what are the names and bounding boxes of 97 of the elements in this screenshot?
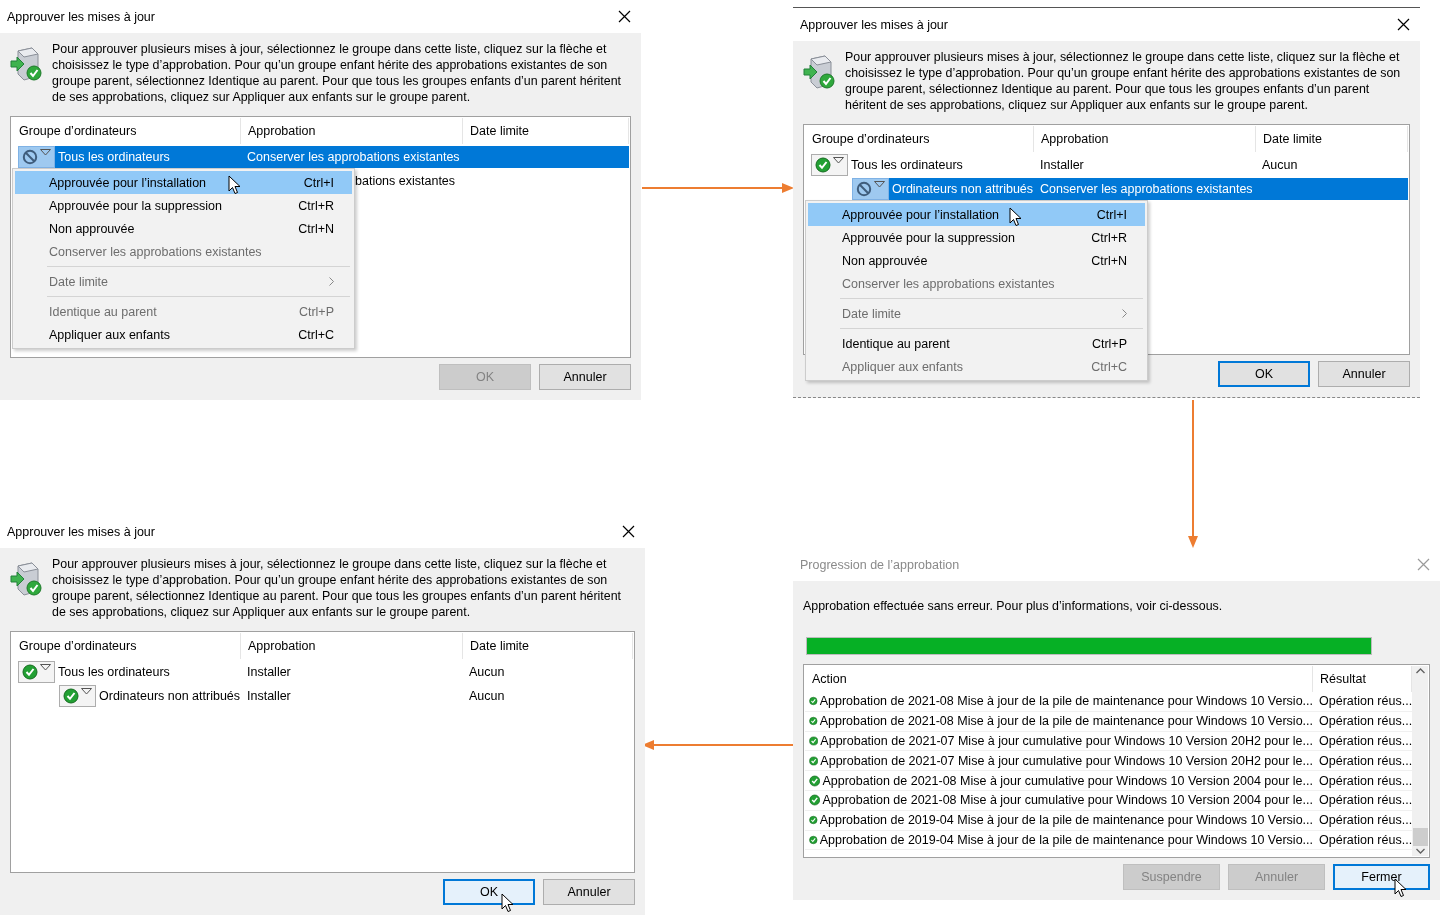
dropdown-caret-icon — [40, 149, 51, 156]
table-row[interactable]: Ordinateurs non attribués Installer Aucun — [96, 685, 633, 707]
scroll-thumb[interactable] — [1412, 828, 1428, 846]
result-cell-text: Opération réus... — [1318, 813, 1413, 828]
action-cell: Approbation de 2021-07 Mise à jour cumulative pour Windows 10 Version 20H2 pour le... — [805, 733, 1313, 749]
mouse-pointer-icon — [501, 893, 514, 913]
blocked-icon — [856, 181, 872, 197]
blocked-icon — [22, 149, 38, 165]
result-cell-text: Opération réus... — [1318, 734, 1413, 748]
menu-item[interactable]: Approuvée pour l’installation Ctrl+I — [808, 203, 1145, 226]
window-title: Approuver les mises à jour — [800, 17, 948, 32]
window-title: Approuver les mises à jour — [7, 524, 155, 539]
column-header[interactable]: Action — [805, 666, 1313, 692]
deadline-cell-text: Aucun — [468, 689, 505, 703]
window-title: Approuver les mises à jour — [7, 9, 155, 24]
close-icon — [1396, 18, 1410, 31]
menu-item[interactable]: Identique au parent Ctrl+P — [808, 332, 1145, 355]
check-icon — [809, 733, 819, 749]
close-icon — [621, 525, 635, 538]
action-cell: Approbation de 2021-07 Mise à jour cumulative pour Windows 10 Version 20H2 pour le... — [805, 752, 1313, 769]
column-header[interactable]: Groupe d’ordinateurs — [12, 633, 241, 659]
deadline-cell-text: Aucun — [1261, 158, 1298, 172]
deadline-cell-text: Aucun — [468, 665, 505, 679]
approve-updates-icon — [10, 46, 44, 82]
approval-cell-text: Installer — [1039, 158, 1084, 172]
table-row[interactable]: Tous les ordinateurs Installer Aucun — [55, 661, 633, 683]
table-row[interactable]: Tous les ordinateurs Installer Aucun — [848, 154, 1408, 176]
scroll-down-icon — [1415, 848, 1425, 854]
column-header[interactable]: Approbation — [241, 633, 463, 659]
dialog-button[interactable]: Annuler — [1318, 361, 1410, 387]
approval-cell-text: Installer — [246, 665, 291, 679]
approval-cell-text: Conserver les approbations existantes — [1039, 182, 1253, 196]
group-cell-text: Tous les ordinateurs — [57, 665, 170, 679]
result-cell-text: Opération réus... — [1318, 714, 1413, 729]
dialog-button[interactable]: OK — [1218, 361, 1310, 387]
table-row[interactable]: Tous les ordinateurs Conserver les approbations existantes — [55, 146, 629, 168]
action-cell: Approbation de 2021-08 Mise à jour de la pile de maintenance pour Windows 10 Versio... — [805, 693, 1313, 710]
approve-updates-icon — [803, 54, 837, 90]
action-cell: Approbation de 2021-08 Mise à jour cumulative pour Windows 10 Version 2004 pour le... — [805, 792, 1313, 809]
dropdown-caret-icon — [40, 664, 51, 671]
dropdown-caret-icon — [81, 688, 92, 695]
column-header[interactable]: Groupe d’ordinateurs — [12, 118, 241, 144]
dropdown-caret-icon — [833, 157, 844, 164]
menu-item[interactable]: Appliquer aux enfants Ctrl+C — [15, 323, 352, 346]
action-cell: Approbation de 2019-04 Mise à jour de la pile de maintenance pour Windows 10 Versio... — [805, 831, 1313, 848]
check-icon — [809, 792, 821, 809]
column-header[interactable]: Date limite — [463, 633, 633, 659]
menu-item[interactable]: Approuvée pour l’installation Ctrl+I — [15, 171, 352, 194]
column-header[interactable]: Date limite — [463, 118, 629, 144]
dialog-button[interactable]: Annuler — [543, 879, 635, 905]
approve-updates-icon — [10, 561, 44, 597]
mouse-pointer-icon — [228, 175, 241, 195]
menu-item[interactable]: Non approuvée Ctrl+N — [808, 249, 1145, 272]
instructions-text: Pour approuver plusieurs mises à jour, sélectionnez le groupe dans cette liste, cliquez sur la flèche et choisissez le type d’approbation. Pour qu’un groupe enfant hérite des approbations existantes de son groupe parent, sélectionnez Identique au parent. Pour que tous les groupes enfants d’un parent héritent de ses approbations, cliquez sur Appliquer aux enfants sur le groupe parent. — [52, 556, 622, 620]
scrollbar[interactable] — [1412, 666, 1428, 856]
close-icon — [1416, 558, 1430, 571]
check-icon — [63, 688, 79, 704]
window-title: Progression de l’approbation — [800, 557, 960, 572]
column-header[interactable]: Approbation — [241, 118, 463, 144]
scroll-up-icon — [1415, 668, 1425, 674]
group-cell-text: Tous les ordinateurs — [850, 158, 963, 172]
status-message: Approbation effectuée sans erreur. Pour plus d’informations, voir ci-dessous. — [803, 599, 1224, 613]
approval-cell: bations existantes — [355, 174, 456, 188]
column-header[interactable]: Date limite — [1256, 126, 1408, 152]
approval-status-button[interactable] — [811, 154, 848, 176]
result-cell-text: Opération réus... — [1318, 753, 1413, 768]
dropdown-caret-icon — [874, 181, 885, 188]
dialog-button[interactable]: Annuler — [539, 364, 631, 390]
menu-item[interactable]: Non approuvée Ctrl+N — [15, 217, 352, 240]
table-row[interactable]: Ordinateurs non attribués Conserver les approbations existantes — [889, 178, 1408, 200]
check-icon — [815, 157, 831, 173]
menu-item[interactable]: Approuvée pour la suppression Ctrl+R — [808, 226, 1145, 249]
instructions-text: Pour approuver plusieurs mises à jour, sélectionnez le groupe dans cette liste, cliquez sur la flèche et choisissez le type d’approbation. Pour qu’un groupe enfant hérite des approbations existantes de son groupe parent, sélectionnez Identique au parent. Pour que tous les groupes enfants d’un parent héritent de ses approbations, cliquez sur Appliquer aux enfants sur le groupe parent. — [52, 41, 622, 105]
mouse-pointer-icon — [1009, 207, 1022, 227]
check-icon — [809, 772, 821, 789]
result-cell-text: Opération réus... — [1318, 694, 1413, 709]
result-cell-text: Opération réus... — [1318, 832, 1413, 847]
approval-status-button[interactable] — [18, 661, 55, 683]
result-cell-text: Opération réus... — [1318, 793, 1413, 808]
group-cell-text: Ordinateurs non attribués — [98, 689, 241, 703]
action-cell: Approbation de 2019-04 Mise à jour de la pile de maintenance pour Windows 10 Versio... — [805, 812, 1313, 829]
instructions-text: Pour approuver plusieurs mises à jour, sélectionnez le groupe dans cette liste, cliquez sur la flèche et choisissez le type d’approbation. Pour qu’un groupe enfant hérite des approbations existantes de son groupe parent, sélectionnez Identique au parent. Pour que tous les groupes enfants d’un parent héritent de ses approbations, cliquez sur Appliquer aux enfants sur le groupe parent. — [845, 49, 1402, 113]
group-cell-text: Ordinateurs non attribués — [891, 182, 1034, 196]
close-icon — [617, 10, 631, 23]
approval-cell-text: Conserver les approbations existantes — [246, 150, 460, 164]
column-header[interactable]: Groupe d’ordinateurs — [805, 126, 1034, 152]
action-cell: Approbation de 2021-08 Mise à jour de la pile de maintenance pour Windows 10 Versio... — [805, 713, 1313, 730]
approval-cell-text: Installer — [246, 689, 291, 703]
approval-status-button[interactable] — [852, 178, 889, 200]
result-cell-text: Opération réus... — [1318, 773, 1413, 788]
column-header[interactable]: Approbation — [1034, 126, 1256, 152]
action-cell: Approbation de 2021-08 Mise à jour cumulative pour Windows 10 Version 2004 pour le... — [805, 772, 1313, 789]
menu-item[interactable]: Approuvée pour la suppression Ctrl+R — [15, 194, 352, 217]
approval-status-button[interactable] — [18, 146, 55, 168]
approval-status-button[interactable] — [59, 685, 96, 707]
group-cell-text: Tous les ordinateurs — [57, 150, 170, 164]
check-icon — [22, 664, 38, 680]
